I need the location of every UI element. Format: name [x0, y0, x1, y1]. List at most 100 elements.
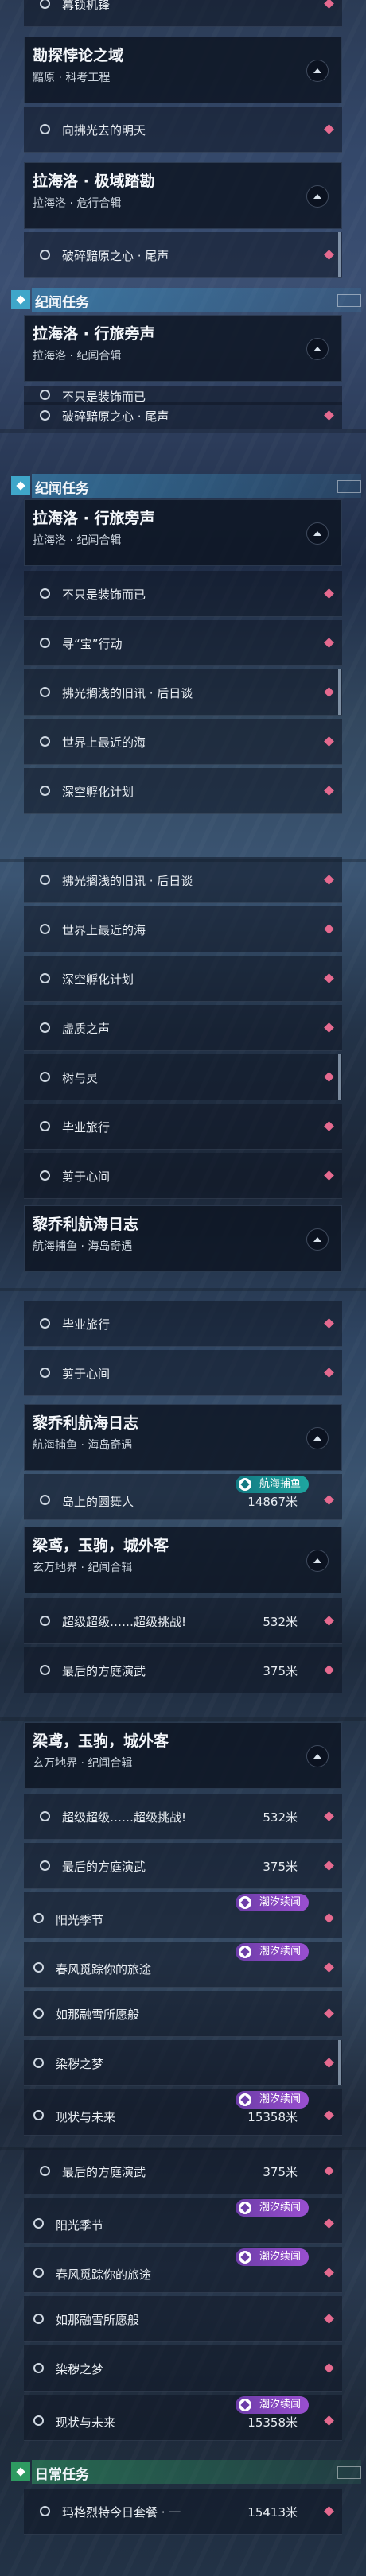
track-diamond-icon	[324, 1811, 334, 1821]
quest-group-card[interactable]: 勘探悖论之域 黯原 · 科考工程	[24, 37, 342, 103]
quest-group-card[interactable]: 黎乔利航海日志 航海捕鱼 · 海岛奇遇	[24, 1205, 342, 1272]
quest-row[interactable]: 世界上最近的海	[24, 906, 342, 952]
quest-label: 现状与未来	[56, 2110, 116, 2124]
quest-circle-icon	[33, 1962, 44, 1973]
distance-value: 15358米	[247, 2415, 298, 2430]
distance-value: 532米	[263, 1615, 298, 1629]
quest-circle-icon	[40, 736, 50, 747]
quest-group-card[interactable]: 拉海洛 · 行旅旁声 拉海洛 · 纪闻合辑	[24, 499, 342, 566]
quest-circle-icon	[40, 1072, 50, 1082]
quest-row[interactable]: 树与灵	[24, 1054, 342, 1100]
quest-label: 染秽之梦	[56, 2057, 104, 2071]
screenshot-panel-6: 最后的方庭演武 375米 潮汐续闻 阳光季节 潮汐续闻 春风觅踪你的旅途 如那融雪所愿…	[0, 2147, 366, 2576]
section-title: 日常任务	[35, 2467, 89, 2483]
quest-row[interactable]: 深空孵化计划	[24, 768, 342, 814]
quest-row[interactable]: 玛格烈特今日套餐 · 一 15413米	[24, 2489, 342, 2535]
track-diamond-icon	[324, 2110, 334, 2120]
quest-label: 阳光季节	[56, 2218, 104, 2233]
quest-row[interactable]: 世界上最近的海	[24, 719, 342, 765]
quest-row[interactable]: 破碎黯原之心 · 尾声	[24, 402, 342, 429]
group-title: 拉海洛 · 极域踏勘	[33, 173, 155, 190]
quest-label: 超级超级……超级挑战!	[62, 1810, 187, 1825]
scrollbar[interactable]	[338, 1054, 341, 1100]
quest-row[interactable]: 向拂光去的明天	[24, 107, 342, 153]
group-title: 梁鸢，玉驹，城外客	[33, 1732, 169, 1750]
collapse-chevron-icon[interactable]	[306, 1427, 329, 1449]
quest-row[interactable]: 毕业旅行	[24, 1104, 342, 1150]
quest-label: 幕锁机锋	[62, 0, 111, 12]
quest-circle-icon	[33, 2110, 44, 2120]
quest-circle-icon	[33, 2268, 44, 2278]
section-header: 纪闻任务	[0, 288, 366, 312]
quest-label: 破碎黯原之心 · 尾声	[62, 249, 169, 263]
quest-row[interactable]: 染秽之梦	[24, 2040, 342, 2086]
quest-circle-icon	[33, 2314, 44, 2324]
collapse-chevron-icon[interactable]	[306, 522, 329, 545]
track-diamond-icon	[324, 2058, 334, 2068]
quest-row[interactable]: 破碎黯原之心 · 尾声	[24, 232, 342, 278]
collapse-chevron-icon[interactable]	[306, 1550, 329, 1572]
tide-icon	[238, 2202, 251, 2214]
quest-row[interactable]: 潮汐续闻 现状与未来 15358米	[24, 2395, 342, 2441]
distance-value: 375米	[263, 1664, 298, 1678]
quest-group-card[interactable]: 拉海洛 · 极域踏勘 拉海洛 · 危行合辑	[24, 162, 342, 229]
badge-label: 潮汐续闻	[259, 2251, 301, 2263]
distance-value: 15358米	[247, 2110, 298, 2124]
quest-row[interactable]: 如那融雪所愿般	[24, 1991, 342, 2037]
collapse-chevron-icon[interactable]	[306, 338, 329, 360]
quest-row[interactable]: 潮汐续闻 春风觅踪你的旅途	[24, 2247, 342, 2293]
quest-group-card[interactable]: 黎乔利航海日志 航海捕鱼 · 海岛奇遇	[24, 1404, 342, 1471]
quest-row[interactable]: 深空孵化计划	[24, 956, 342, 1002]
badge-label: 潮汐续闻	[259, 1946, 301, 1957]
tide-icon	[238, 2399, 251, 2411]
track-diamond-icon	[324, 1913, 334, 1923]
quest-group-card[interactable]: 梁鸢，玉驹，城外客 玄万地界 · 纪闻合辑	[24, 1722, 342, 1789]
scrollbar[interactable]	[338, 232, 341, 277]
collapse-chevron-icon[interactable]	[306, 60, 329, 82]
quest-row[interactable]: 超级超级……超级挑战! 532米	[24, 1794, 342, 1840]
quest-row[interactable]: 虚质之声	[24, 1005, 342, 1051]
quest-row[interactable]: 拂光搁浅的旧讯 · 后日谈	[24, 669, 342, 716]
track-diamond-icon	[324, 1495, 334, 1505]
collapse-chevron-icon[interactable]	[306, 1745, 329, 1767]
quest-row[interactable]: 最后的方庭演武 375米	[24, 1843, 342, 1889]
quest-row[interactable]: 潮汐续闻 现状与未来 15358米	[24, 2089, 342, 2136]
track-diamond-icon	[324, 1616, 334, 1626]
quest-row[interactable]: 拂光搁浅的旧讯 · 后日谈	[24, 857, 342, 903]
quest-group-card[interactable]: 拉海洛 · 行旅旁声 拉海洛 · 纪闻合辑	[24, 315, 342, 382]
section-tag	[337, 2466, 361, 2479]
collapse-chevron-icon[interactable]	[306, 1228, 329, 1251]
quest-row[interactable]: 潮汐续闻 春风觅踪你的旅途	[24, 1942, 342, 1988]
quest-row[interactable]: 染秽之梦	[24, 2345, 342, 2392]
track-diamond-icon	[324, 410, 334, 421]
quest-row[interactable]: 不只是装饰而已	[24, 571, 342, 617]
quest-row[interactable]: 最后的方庭演武 375米	[24, 2148, 342, 2194]
group-title: 勘探悖论之域	[33, 47, 124, 64]
track-diamond-icon	[324, 250, 334, 260]
quest-row[interactable]: 剪于心间	[24, 1350, 342, 1396]
quest-label: 拂光搁浅的旧讯 · 后日谈	[62, 874, 193, 888]
quest-row[interactable]: 幕锁机锋	[24, 0, 342, 27]
quest-row[interactable]: 剪于心间	[24, 1153, 342, 1199]
quest-row[interactable]: 寻“宝”行动	[24, 620, 342, 666]
quest-group-card[interactable]: 梁鸢，玉驹，城外客 玄万地界 · 纪闻合辑	[24, 1527, 342, 1593]
track-diamond-icon	[324, 2506, 334, 2516]
distance-value: 375米	[263, 1860, 298, 1874]
collapse-chevron-icon[interactable]	[306, 185, 329, 208]
quest-row[interactable]: 如那融雪所愿般	[24, 2296, 342, 2342]
quest-row[interactable]: 最后的方庭演武 375米	[24, 1647, 342, 1693]
group-subtitle: 航海捕鱼 · 海岛奇遇	[33, 1240, 133, 1253]
quest-label: 向拂光去的明天	[62, 123, 146, 138]
quest-row[interactable]: 潮汐续闻阳光季节	[24, 2198, 342, 2244]
quest-row[interactable]: 潮汐续闻 阳光季节	[24, 1892, 342, 1938]
badge-label: 潮汐续闻	[259, 2202, 301, 2213]
badge-label: 潮汐续闻	[259, 1896, 301, 1908]
quest-row[interactable]: 超级超级……超级挑战! 532米	[24, 1598, 342, 1644]
quest-circle-icon	[33, 2058, 44, 2068]
quest-row[interactable]: 毕业旅行	[24, 1301, 342, 1347]
scrollbar[interactable]	[338, 669, 341, 715]
quest-label: 深空孵化计划	[62, 972, 134, 987]
scrollbar[interactable]	[338, 2040, 341, 2085]
quest-label: 如那融雪所愿般	[56, 2008, 140, 2022]
quest-row[interactable]: 航海捕鱼 岛上的圆舞人 14867米	[24, 1474, 342, 1520]
